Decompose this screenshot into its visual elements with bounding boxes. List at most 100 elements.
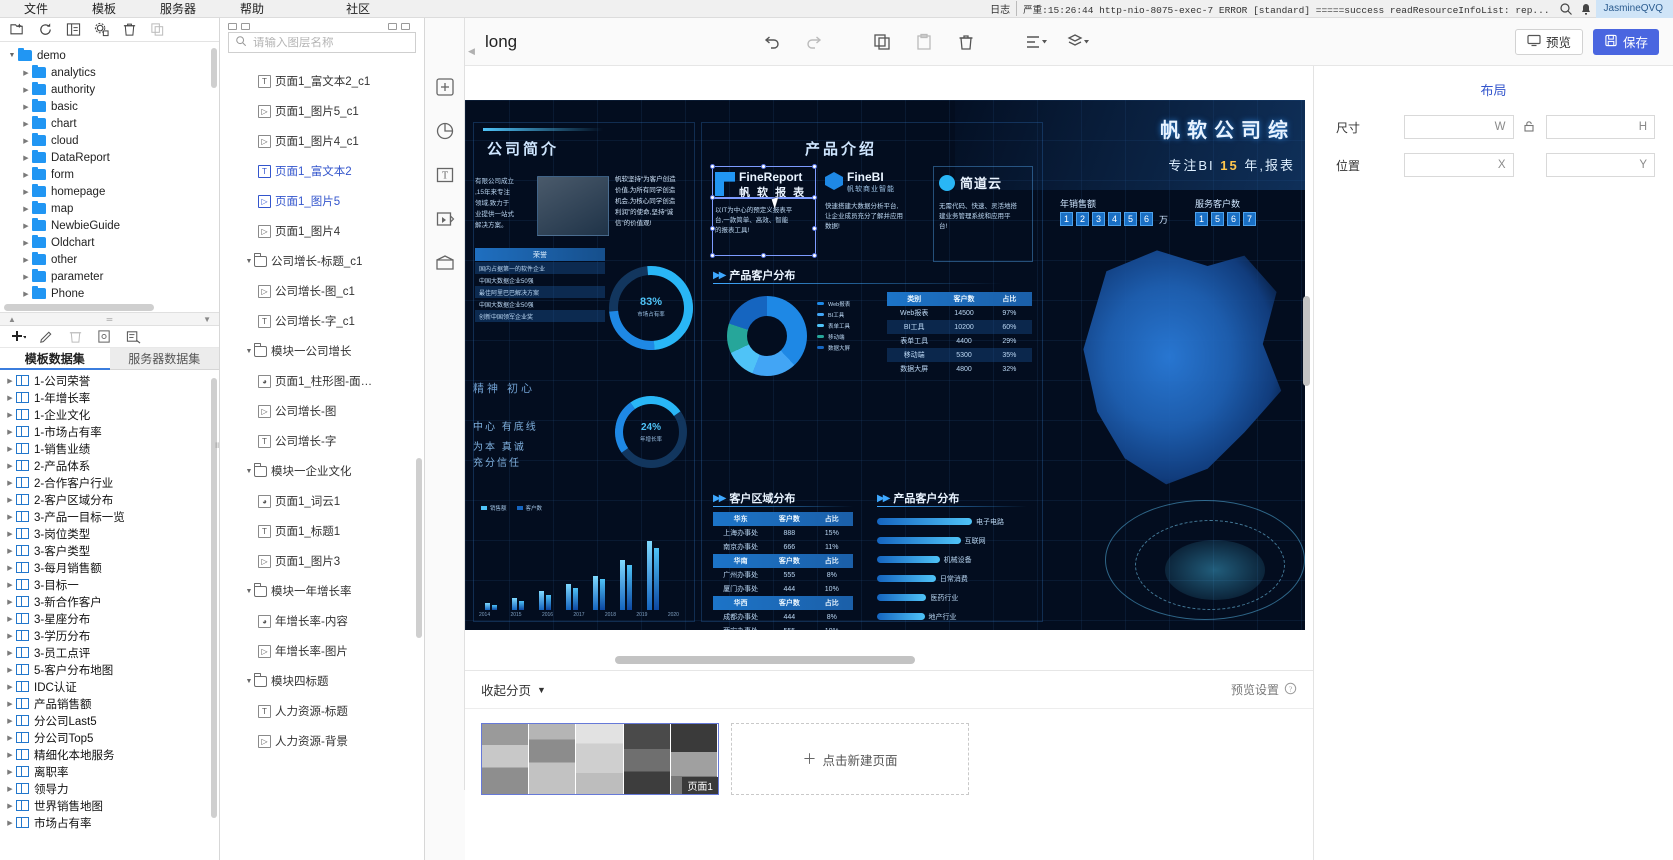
tree-node-parameter[interactable]: ▶ parameter bbox=[0, 268, 219, 285]
dataset-item[interactable]: ▶ IDC认证 bbox=[0, 678, 219, 695]
tree-node-newbieguide[interactable]: ▶ NewbieGuide bbox=[0, 217, 219, 234]
chevron-right-icon[interactable]: ▶ bbox=[4, 615, 16, 623]
text-icon[interactable]: T bbox=[434, 164, 456, 186]
dataset-item[interactable]: ▶ 领导力 bbox=[0, 780, 219, 797]
layer-item[interactable]: ▷ 页面1_图片4 bbox=[220, 216, 424, 246]
paste-icon[interactable] bbox=[914, 32, 934, 52]
layer-item[interactable]: T 人力资源-标题 bbox=[220, 696, 424, 726]
dataset-item[interactable]: ▶ 产品销售额 bbox=[0, 695, 219, 712]
chevron-down-icon[interactable]: ▼ bbox=[244, 348, 254, 355]
chevron-right-icon[interactable]: ▶ bbox=[4, 649, 16, 657]
chevron-right-icon[interactable]: ▶ bbox=[20, 205, 32, 213]
settings-icon[interactable] bbox=[94, 22, 109, 37]
layer-item[interactable]: ▷ 公司增长-图 bbox=[220, 396, 424, 426]
new-folder-icon[interactable] bbox=[10, 22, 25, 37]
chevron-right-icon[interactable]: ▶ bbox=[4, 428, 16, 436]
layer-item[interactable]: ▷ 人力资源-背景 bbox=[220, 726, 424, 756]
media-icon[interactable] bbox=[434, 208, 456, 230]
chevron-right-icon[interactable]: ▶ bbox=[4, 479, 16, 487]
layer-item[interactable]: T 公司增长-字_c1 bbox=[220, 306, 424, 336]
dataset-item[interactable]: ▶ 1-企业文化 bbox=[0, 406, 219, 423]
add-icon[interactable] bbox=[10, 329, 27, 344]
layer-search[interactable] bbox=[228, 32, 416, 53]
design-canvas[interactable]: 帆软公司综 专注BI 15 年,报表 年销售额 123456万 服务客户数 15… bbox=[465, 66, 1313, 670]
user-account[interactable]: JasmineQVQ bbox=[1595, 0, 1673, 18]
grid-view-icon[interactable] bbox=[228, 23, 237, 30]
layer-view-toggles-left[interactable] bbox=[228, 23, 250, 30]
script-icon[interactable] bbox=[126, 329, 141, 344]
layer-item[interactable]: ▷ 页面1_图片5_c1 bbox=[220, 96, 424, 126]
x-field[interactable]: X bbox=[1404, 153, 1514, 177]
chevron-right-icon[interactable]: ▶ bbox=[20, 256, 32, 264]
layer-panel-grip[interactable]: ॥ bbox=[214, 438, 220, 454]
product-card-finebi[interactable]: FineBI 帆软商业智能 快速搭建大数据分析平台, 让企业成员充分了解并应用 … bbox=[825, 170, 923, 258]
chevron-right-icon[interactable]: ▶ bbox=[4, 547, 16, 555]
dataset-item[interactable]: ▶ 3-学历分布 bbox=[0, 627, 219, 644]
tree-vscrollbar[interactable] bbox=[211, 48, 217, 88]
chevron-right-icon[interactable]: ▶ bbox=[4, 377, 16, 385]
undo-icon[interactable] bbox=[762, 32, 782, 52]
chevron-right-icon[interactable]: ▶ bbox=[20, 154, 32, 162]
dataset-item[interactable]: ▶ 3-新合作客户 bbox=[0, 593, 219, 610]
tree-node-oldchart[interactable]: ▶ Oldchart bbox=[0, 234, 219, 251]
dataset-item[interactable]: ▶ 3-客户类型 bbox=[0, 542, 219, 559]
region-table[interactable]: 华东 客户数 占比 上海办事处 888 15% 南京办事处 666 11% 华南 客户数 占比 广州办事… bbox=[713, 512, 853, 630]
list-view-icon[interactable] bbox=[241, 23, 250, 30]
chevron-right-icon[interactable]: ▶ bbox=[4, 513, 16, 521]
layer-list[interactable]: T 页面1_富文本2_c1 ▷ 页面1_图片5_c1 ▷ 页面1_图片4_c1 T 页面1_富… bbox=[220, 66, 424, 838]
layer-item[interactable]: ◕ 页面1_柱形图-面… bbox=[220, 366, 424, 396]
layer-item[interactable]: T 公司增长-字 bbox=[220, 426, 424, 456]
china-map[interactable] bbox=[1083, 250, 1282, 485]
collapse-all-icon[interactable] bbox=[401, 23, 410, 30]
tree-node-basic[interactable]: ▶ basic bbox=[0, 98, 219, 115]
product-table[interactable]: 类别 客户数 占比 Web报表 14500 97% BI工具 10200 60% 表单工具 4400… bbox=[887, 292, 1032, 376]
industry-bar-list[interactable]: 电子电路互联网机械设备日常消费医药行业地产行业金融行业软件服务 bbox=[877, 512, 1037, 630]
dataset-item[interactable]: ▶ 1-销售业绩 bbox=[0, 440, 219, 457]
chevron-down-icon[interactable]: ▼ bbox=[244, 468, 254, 475]
menu-item-help[interactable]: 帮助 bbox=[240, 0, 264, 17]
menu-item-template[interactable]: 模板 bbox=[92, 0, 116, 17]
chevron-right-icon[interactable]: ▶ bbox=[4, 462, 16, 470]
chevron-right-icon[interactable]: ▶ bbox=[20, 290, 32, 298]
panel-collapse-arrow[interactable]: ◀ bbox=[468, 40, 476, 62]
selection-box-text[interactable] bbox=[712, 198, 816, 256]
menu-item-file[interactable]: 文件 bbox=[24, 0, 48, 17]
layer-item[interactable]: ◕ 年增长率-内容 bbox=[220, 606, 424, 636]
tab-template-dataset[interactable]: 模板数据集 bbox=[0, 348, 110, 370]
selection-box-image[interactable] bbox=[712, 166, 816, 198]
chevron-right-icon[interactable]: ▶ bbox=[4, 530, 16, 538]
dataset-item[interactable]: ▶ 1-年增长率 bbox=[0, 389, 219, 406]
dataset-item[interactable]: ▶ 分公司Top5 bbox=[0, 729, 219, 746]
layer-item[interactable]: T 页面1_富文本2_c1 bbox=[220, 66, 424, 96]
chevron-right-icon[interactable]: ▶ bbox=[4, 564, 16, 572]
layer-item[interactable]: ▷ 页面1_图片4_c1 bbox=[220, 126, 424, 156]
chevron-right-icon[interactable]: ▶ bbox=[4, 819, 16, 827]
layer-view-toggles-right[interactable] bbox=[388, 23, 410, 30]
chevron-right-icon[interactable]: ▶ bbox=[4, 768, 16, 776]
tree-node-datareport[interactable]: ▶ DataReport bbox=[0, 149, 219, 166]
height-field[interactable]: H bbox=[1545, 115, 1655, 139]
chart-icon[interactable] bbox=[434, 120, 456, 142]
dataset-item[interactable]: ▶ 2-合作客户行业 bbox=[0, 474, 219, 491]
layer-item[interactable]: ▷ 页面1_图片5 bbox=[220, 186, 424, 216]
layer-item[interactable]: ▷ 公司增长-图_c1 bbox=[220, 276, 424, 306]
add-page-button[interactable]: ＋ 点击新建页面 bbox=[731, 723, 969, 795]
chevron-right-icon[interactable]: ▶ bbox=[4, 598, 16, 606]
copy-icon[interactable] bbox=[150, 22, 165, 37]
search-icon[interactable] bbox=[1559, 2, 1573, 16]
chevron-down-icon[interactable]: ▼ bbox=[244, 588, 254, 595]
file-tree[interactable]: ▼ demo ▶ analytics ▶ authority ▶ basic ▶ chart ▶… bbox=[0, 43, 219, 305]
dataset-item[interactable]: ▶ 3-员工点评 bbox=[0, 644, 219, 661]
chevron-right-icon[interactable]: ▶ bbox=[4, 700, 16, 708]
align-icon[interactable] bbox=[1024, 32, 1048, 52]
edit-icon[interactable] bbox=[39, 329, 54, 344]
tree-node-homepage[interactable]: ▶ homepage bbox=[0, 183, 219, 200]
delete-icon[interactable] bbox=[122, 22, 137, 37]
chevron-right-icon[interactable]: ▶ bbox=[20, 222, 32, 230]
chevron-right-icon[interactable]: ▶ bbox=[20, 86, 32, 94]
collapse-pages-button[interactable]: 收起分页 ▼ bbox=[481, 680, 546, 699]
menu-item-server[interactable]: 服务器 bbox=[160, 0, 196, 17]
chevron-right-icon[interactable]: ▶ bbox=[4, 785, 16, 793]
layer-item[interactable]: ▼ 模块一年增长率 bbox=[220, 576, 424, 606]
width-field[interactable]: W bbox=[1404, 115, 1514, 139]
